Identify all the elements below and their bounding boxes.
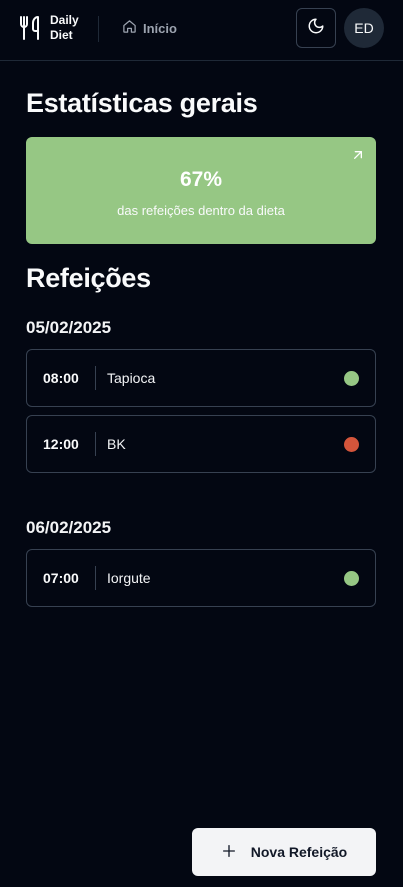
user-avatar[interactable]: ED xyxy=(344,8,384,48)
meal-divider xyxy=(95,566,96,590)
meal-item[interactable]: 08:00 Tapioca xyxy=(26,349,376,407)
meal-time: 12:00 xyxy=(43,436,79,452)
meal-item[interactable]: 12:00 BK xyxy=(26,415,376,473)
app-name-line2: Diet xyxy=(50,28,73,42)
meal-divider xyxy=(95,432,96,456)
nav-home-link[interactable]: Início xyxy=(122,19,177,37)
meal-name: Tapioca xyxy=(107,370,156,386)
stats-card[interactable]: 67% das refeições dentro da dieta xyxy=(26,137,376,244)
app-name-line1: Daily xyxy=(50,13,79,27)
meal-time: 07:00 xyxy=(43,570,79,586)
meal-divider xyxy=(95,366,96,390)
nav-home-label: Início xyxy=(143,20,177,36)
app-root: Daily Diet Início ED Estatísticas gerais xyxy=(0,0,403,887)
meal-status-indicator xyxy=(344,437,359,452)
stats-title: Estatísticas gerais xyxy=(26,88,258,118)
meals-title: Refeições xyxy=(26,263,151,293)
new-meal-button[interactable]: Nova Refeição xyxy=(192,828,376,876)
meal-item[interactable]: 07:00 Iorgute xyxy=(26,549,376,607)
new-meal-button-label: Nova Refeição xyxy=(250,844,348,860)
home-icon xyxy=(122,19,137,37)
theme-toggle-button[interactable] xyxy=(296,8,336,48)
meal-group-date: 05/02/2025 xyxy=(26,318,112,337)
stats-description: das refeições dentro da dieta xyxy=(117,203,285,218)
app-name: Daily Diet xyxy=(50,13,86,43)
meal-status-indicator xyxy=(344,571,359,586)
arrow-up-right-icon xyxy=(350,147,366,168)
utensils-icon xyxy=(18,15,42,41)
stats-percentage: 67% xyxy=(179,168,223,191)
moon-icon xyxy=(307,17,325,40)
meal-time: 08:00 xyxy=(43,370,79,386)
plus-icon xyxy=(221,843,237,862)
meal-name: BK xyxy=(107,436,126,452)
top-header: Daily Diet Início ED xyxy=(0,0,403,61)
app-logo[interactable]: Daily Diet xyxy=(18,13,86,43)
meal-name: Iorgute xyxy=(107,570,151,586)
meal-group-date: 06/02/2025 xyxy=(26,518,112,537)
meal-status-indicator xyxy=(344,371,359,386)
header-divider xyxy=(98,16,99,42)
